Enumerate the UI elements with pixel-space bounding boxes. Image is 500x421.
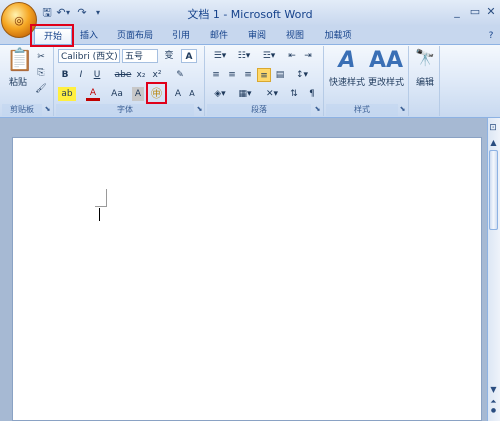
text-cursor xyxy=(99,208,100,221)
window-title: 文档 1 - Microsoft Word xyxy=(187,8,313,21)
font-launcher-icon[interactable]: ⬊ xyxy=(195,105,204,114)
asian-layout-icon[interactable]: ✕▾ xyxy=(261,87,283,101)
browse-object-icon[interactable]: ● xyxy=(488,405,499,416)
paste-button[interactable]: 粘贴 xyxy=(4,76,32,90)
highlight-button[interactable]: ab xyxy=(58,87,76,101)
tab-add-ins[interactable]: 加载项 xyxy=(319,28,357,44)
tab-mailings[interactable]: 邮件 xyxy=(205,28,233,44)
font-family-select[interactable]: Calibri (西文) xyxy=(58,49,120,63)
shrink-font-button[interactable]: A xyxy=(186,87,198,101)
tab-review[interactable]: 审阅 xyxy=(243,28,271,44)
format-painter-icon[interactable]: 🖌 xyxy=(34,82,48,96)
minimize-button[interactable]: _ xyxy=(448,4,466,20)
view-ruler-icon[interactable]: ⊡ xyxy=(487,122,499,134)
cut-icon[interactable]: ✂ xyxy=(34,50,48,64)
editing-button[interactable]: 编辑 xyxy=(411,76,439,90)
bullets-icon[interactable]: ☰▾ xyxy=(209,49,231,63)
clipboard-launcher-icon[interactable]: ⬊ xyxy=(43,105,52,114)
quick-styles-button[interactable]: 快速样式 xyxy=(328,76,366,90)
grow-font-button[interactable]: A xyxy=(172,87,184,101)
copy-icon[interactable]: ⎘ xyxy=(34,66,48,80)
scroll-up-icon[interactable]: ▲ xyxy=(488,137,499,148)
borders-icon[interactable]: ▦▾ xyxy=(234,87,256,101)
styles-launcher-icon[interactable]: ⬊ xyxy=(398,105,407,114)
change-styles-button[interactable]: 更改样式 xyxy=(366,76,406,90)
undo-dropdown-icon[interactable]: ▾ xyxy=(64,6,72,20)
document-page[interactable] xyxy=(12,137,482,421)
styles-group-label: 样式 xyxy=(326,104,398,116)
customize-qat-icon[interactable]: ▾ xyxy=(94,6,102,20)
paste-icon[interactable]: 📋 xyxy=(6,48,33,74)
align-right-icon[interactable]: ≡ xyxy=(241,68,255,82)
align-left-icon[interactable]: ≡ xyxy=(209,68,223,82)
tab-references[interactable]: 引用 xyxy=(167,28,195,44)
clipboard-group-label: 剪贴板 xyxy=(2,104,42,116)
tab-insert[interactable]: 插入 xyxy=(75,28,103,44)
save-icon[interactable]: 🖫 xyxy=(40,6,54,20)
redo-icon[interactable]: ↷ xyxy=(75,6,89,20)
strikethrough-button[interactable]: abe xyxy=(114,68,132,82)
highlight-box-home-tab xyxy=(30,24,74,47)
distributed-icon[interactable]: ▤ xyxy=(273,68,287,82)
show-marks-icon[interactable]: ¶ xyxy=(305,87,319,101)
quick-styles-icon[interactable]: A xyxy=(331,48,363,74)
margin-corner-mark xyxy=(95,189,107,207)
font-color-button[interactable]: A xyxy=(86,87,100,101)
change-styles-icon[interactable]: AA xyxy=(369,48,403,74)
font-size-select[interactable]: 五号 xyxy=(122,49,158,63)
scroll-down-icon[interactable]: ▼ xyxy=(488,384,499,395)
subscript-button[interactable]: x₂ xyxy=(134,68,148,82)
sort-icon[interactable]: ⇅ xyxy=(286,87,302,101)
character-border-button[interactable]: A xyxy=(181,49,197,63)
clear-formatting-button[interactable]: ✎ xyxy=(172,68,188,82)
highlight-box-enclosed-characters xyxy=(146,82,167,104)
italic-button[interactable]: I xyxy=(74,68,88,82)
character-shading-button[interactable]: A xyxy=(132,87,144,101)
change-case-button[interactable]: 变 xyxy=(161,49,177,63)
paragraph-group-label: 段落 xyxy=(207,104,311,116)
tab-page-layout[interactable]: 页面布局 xyxy=(111,28,159,44)
shading-icon[interactable]: ◈▾ xyxy=(209,87,231,101)
office-logo-icon: ◎ xyxy=(14,14,24,27)
close-button[interactable]: ✕ xyxy=(482,4,500,20)
justify-icon[interactable]: ≡ xyxy=(257,68,271,82)
line-spacing-icon[interactable]: ↕▾ xyxy=(291,68,313,82)
font-group-label: 字体 xyxy=(56,104,194,116)
bold-button[interactable]: B xyxy=(58,68,72,82)
increase-indent-icon[interactable]: ⇥ xyxy=(301,49,315,63)
align-center-icon[interactable]: ≡ xyxy=(225,68,239,82)
numbering-icon[interactable]: ☷▾ xyxy=(233,49,255,63)
change-case-aa-button[interactable]: Aa xyxy=(108,87,126,101)
help-icon[interactable]: ? xyxy=(484,28,498,44)
underline-button[interactable]: U xyxy=(90,68,104,82)
scroll-thumb[interactable] xyxy=(489,150,498,230)
decrease-indent-icon[interactable]: ⇤ xyxy=(285,49,299,63)
find-binoculars-icon[interactable]: 🔭 xyxy=(413,48,437,74)
multilevel-list-icon[interactable]: ☲▾ xyxy=(257,49,281,63)
tab-view[interactable]: 视图 xyxy=(281,28,309,44)
superscript-button[interactable]: x² xyxy=(150,68,164,82)
paragraph-launcher-icon[interactable]: ⬊ xyxy=(313,105,322,114)
